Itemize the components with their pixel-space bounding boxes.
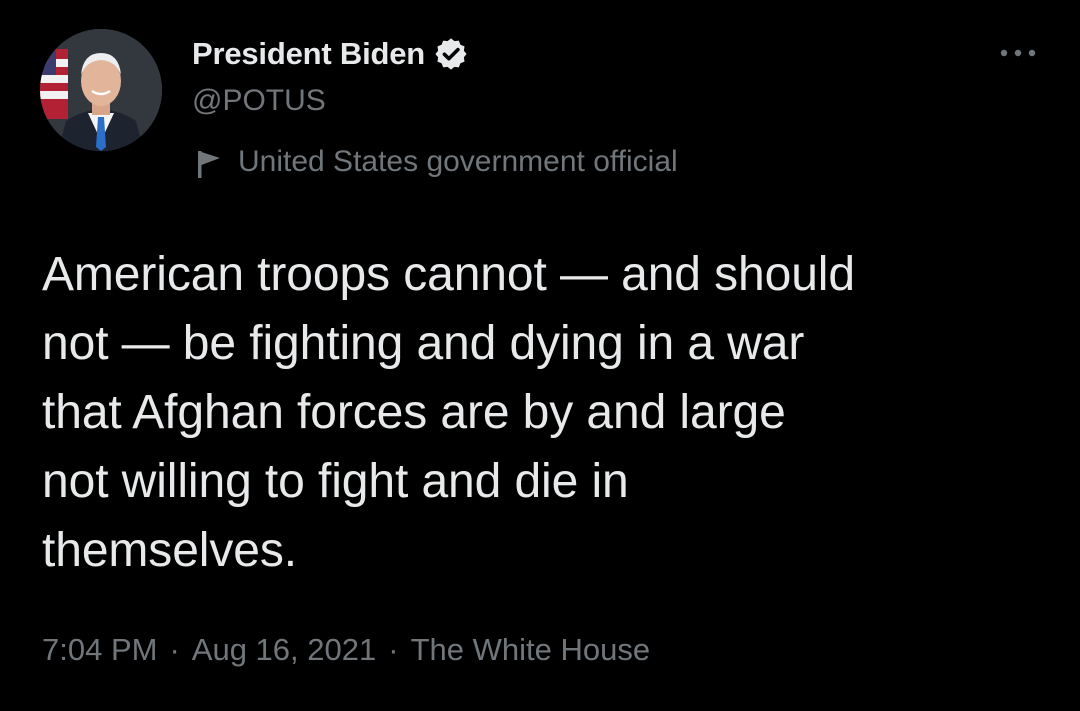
name-row: President Biden	[192, 34, 469, 74]
more-horizontal-icon	[1000, 49, 1036, 57]
display-name[interactable]: President Biden	[192, 36, 425, 72]
account-label-text: United States government official	[238, 145, 678, 178]
tweet-meta: 7:04 PM · Aug 16, 2021 · The White House	[42, 628, 650, 672]
tweet-source[interactable]: The White House	[411, 632, 651, 668]
meta-separator: ·	[169, 632, 180, 667]
more-options-button[interactable]	[996, 38, 1040, 68]
tweet-date[interactable]: Aug 16, 2021	[192, 632, 376, 668]
verified-badge-icon	[433, 36, 469, 72]
avatar-photo	[40, 29, 162, 151]
avatar[interactable]	[40, 29, 162, 151]
meta-separator: ·	[388, 632, 399, 667]
tweet-time[interactable]: 7:04 PM	[42, 632, 157, 668]
account-label: United States government official	[196, 144, 678, 180]
tweet-text: American troops cannot — and should not …	[42, 248, 855, 577]
tweet-card: President Biden @POTUS United States gov…	[0, 0, 1080, 711]
user-handle[interactable]: @POTUS	[192, 84, 326, 118]
flag-icon	[196, 149, 222, 178]
